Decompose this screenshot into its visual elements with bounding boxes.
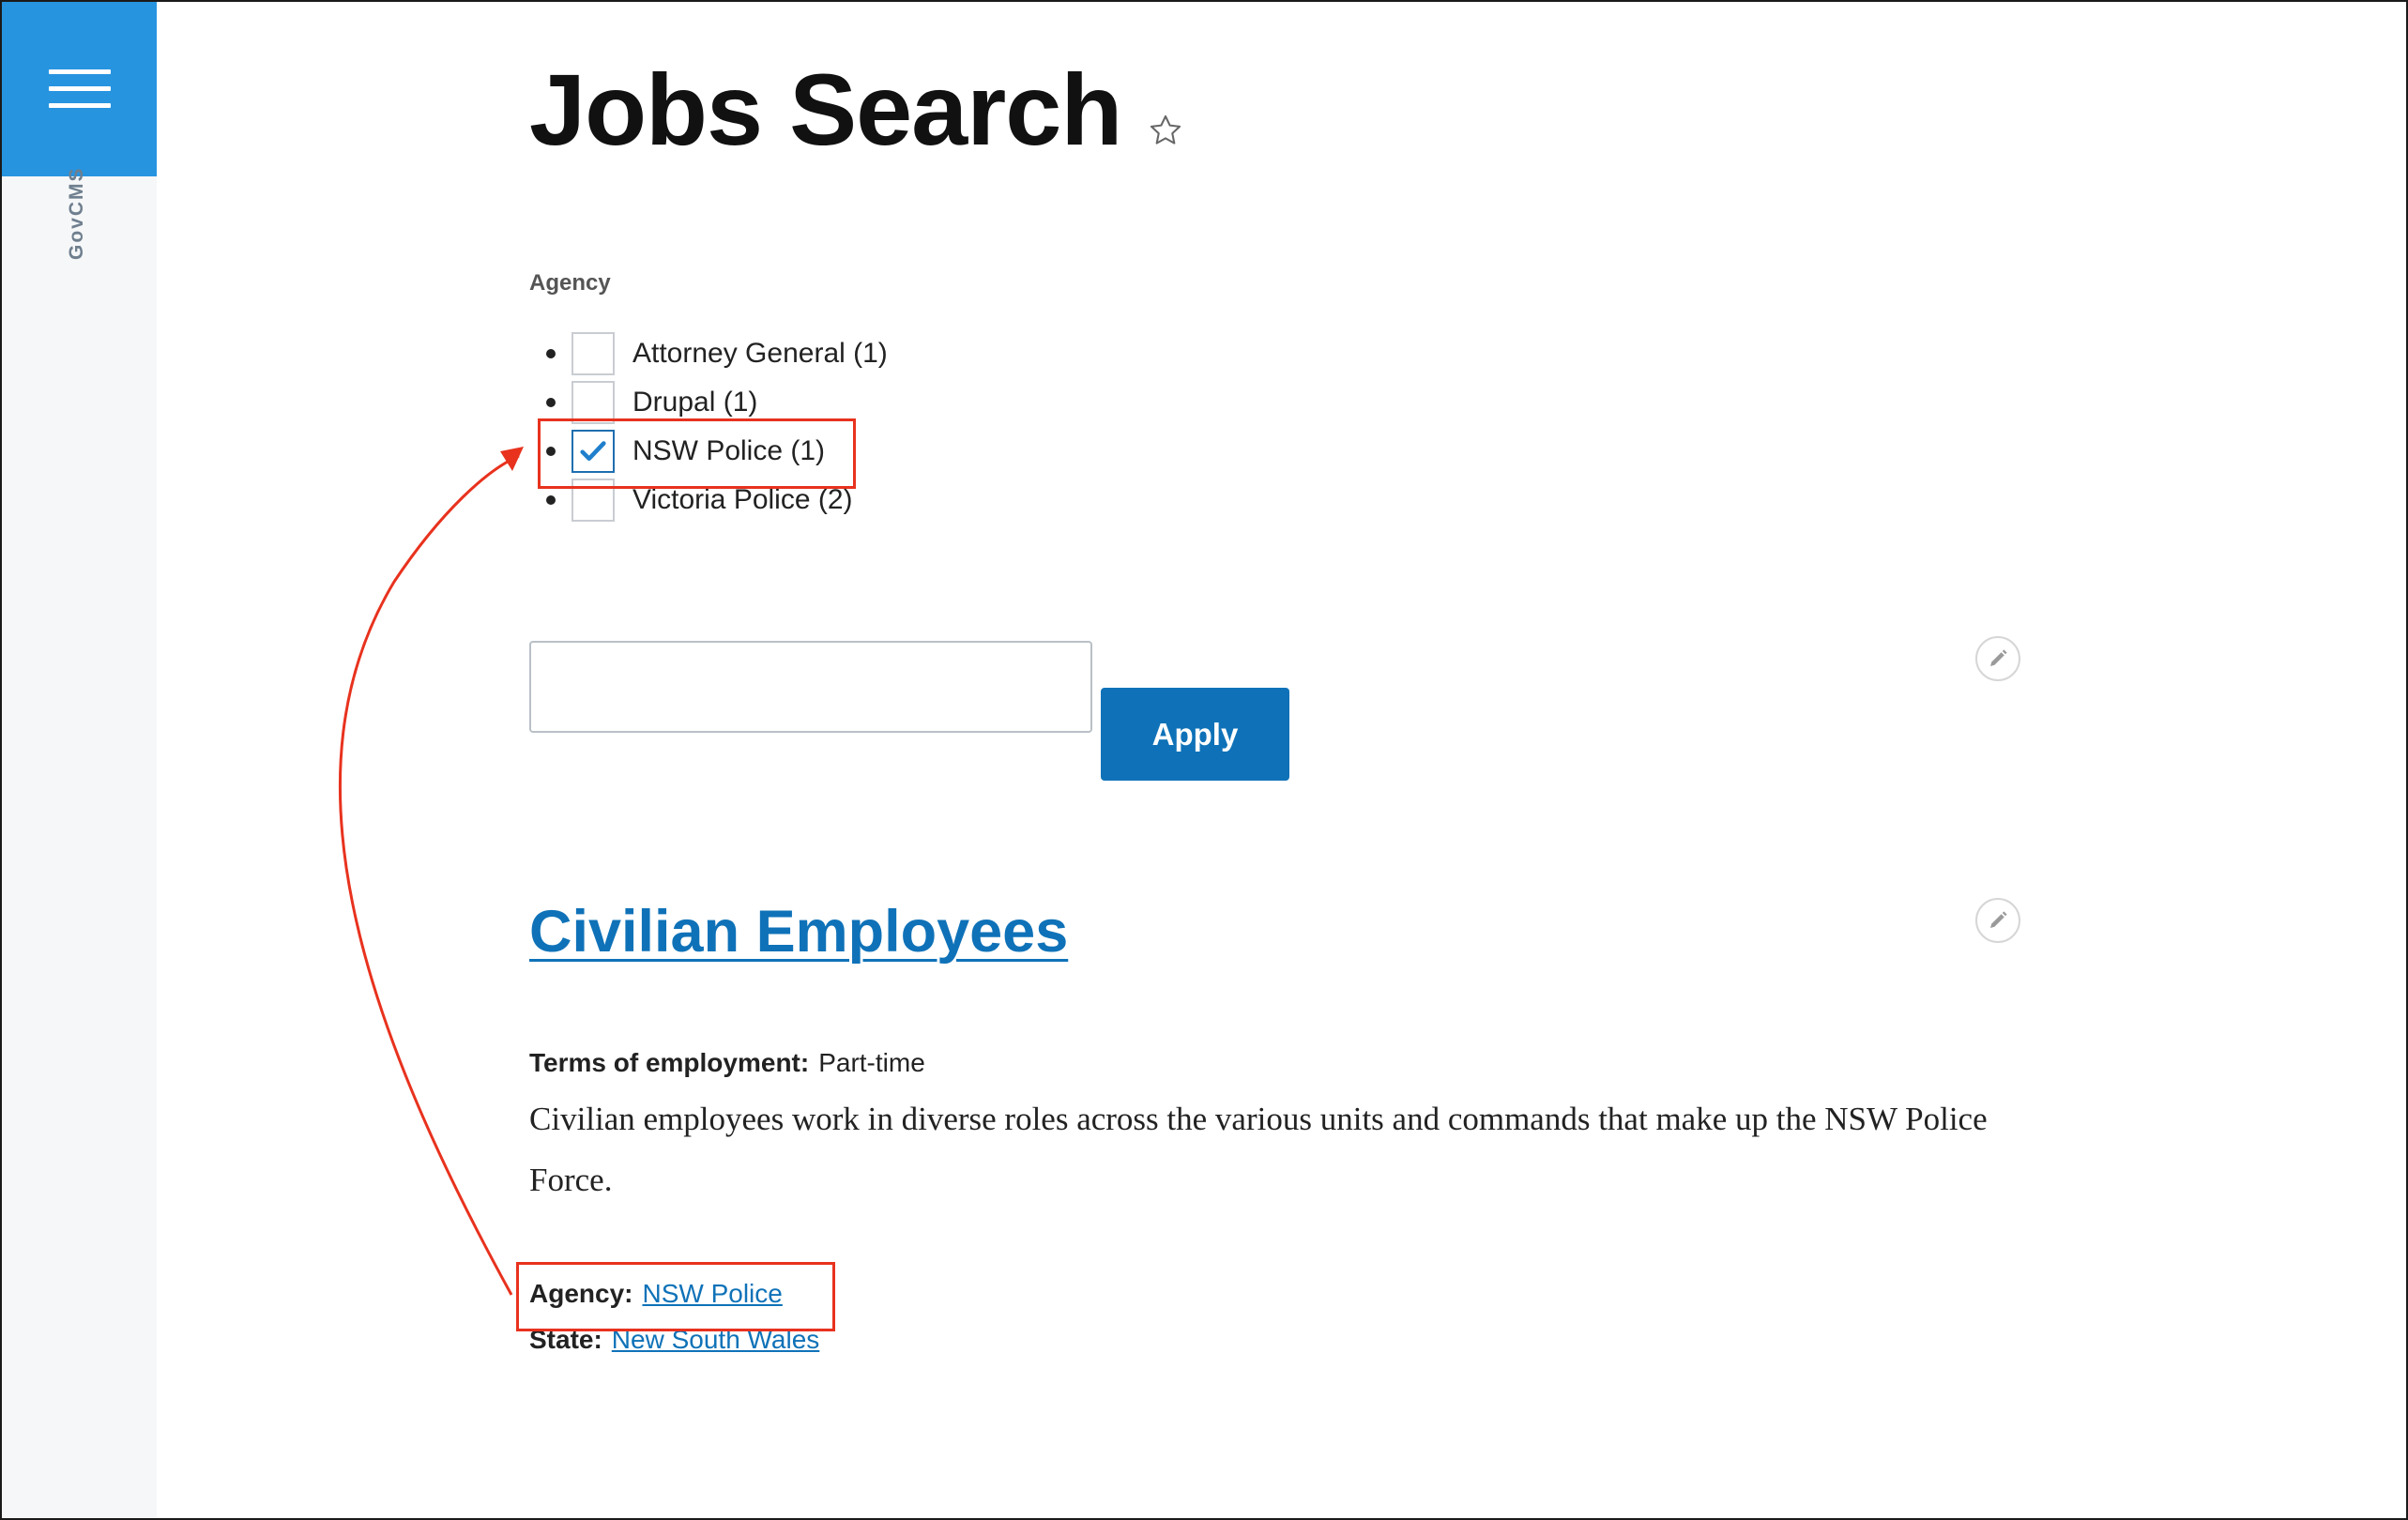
star-outline-icon[interactable]	[1148, 113, 1183, 148]
facet-checkbox[interactable]	[572, 332, 615, 375]
brand-label-wrapper: GovCMS	[66, 166, 94, 260]
annotation-box-facet	[538, 418, 856, 489]
hamburger-menu-icon-bar	[49, 103, 111, 108]
bullet-dot	[546, 349, 556, 358]
pencil-icon	[1990, 649, 2007, 666]
facet-item-label: Attorney General (1)	[632, 338, 888, 369]
edit-view-button[interactable]	[1975, 636, 2020, 681]
bullet-dot	[546, 398, 556, 407]
bullet-dot	[546, 495, 556, 505]
pencil-icon	[1990, 911, 2007, 928]
edit-result-button[interactable]	[1975, 898, 2020, 943]
facet-label: Agency	[529, 270, 611, 296]
facet-item-label: Drupal (1)	[632, 387, 758, 418]
brand-label: GovCMS	[66, 166, 87, 260]
result-description: Civilian employees work in diverse roles…	[529, 1101, 1988, 1198]
search-input[interactable]	[529, 641, 1092, 733]
page-title: Jobs Search	[529, 53, 1122, 166]
menu-button[interactable]	[2, 2, 157, 176]
terms-value: Part-time	[818, 1048, 925, 1077]
hamburger-menu-icon-bar	[49, 86, 111, 91]
hamburger-menu-icon	[49, 69, 111, 74]
sidebar: GovCMS	[2, 2, 157, 1518]
terms-row: Terms of employment: Part-time	[529, 1048, 925, 1078]
apply-button[interactable]: Apply	[1101, 688, 1289, 781]
annotation-box-agency	[516, 1262, 835, 1331]
terms-label: Terms of employment:	[529, 1048, 810, 1077]
result-title-link[interactable]: Civilian Employees	[529, 894, 1068, 969]
facet-item-label: Victoria Police (2)	[632, 484, 853, 515]
